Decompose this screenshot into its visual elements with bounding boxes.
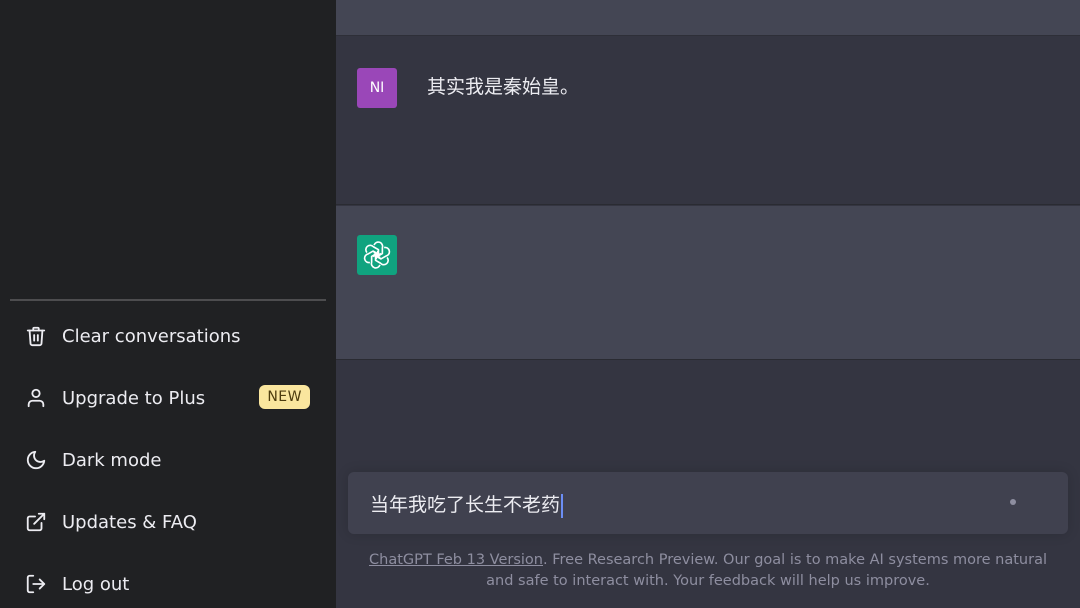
message-input-value: 当年我吃了长生不老药: [370, 494, 561, 516]
footer-disclaimer: ChatGPT Feb 13 Version. Free Research Pr…: [356, 550, 1060, 592]
sidebar-divider: [10, 299, 326, 301]
message-input[interactable]: 当年我吃了长生不老药: [348, 472, 1068, 534]
chat-main: NI 其实我是秦始皇。 当年我吃了长生不老药 ChatGPT Feb 13 Ve…: [336, 0, 1080, 608]
user-avatar: NI: [357, 68, 397, 108]
text-caret: [561, 493, 564, 518]
openai-logo-icon: [357, 235, 397, 275]
upgrade-to-plus-button[interactable]: Upgrade to Plus NEW: [10, 373, 326, 423]
user-message-row: NI 其实我是秦始皇。: [336, 37, 1080, 205]
trash-icon: [24, 324, 48, 348]
dark-mode-toggle[interactable]: Dark mode: [10, 435, 326, 485]
send-loading-icon[interactable]: [1010, 499, 1016, 505]
footer-text: . Free Research Preview. Our goal is to …: [486, 552, 1047, 589]
version-link[interactable]: ChatGPT Feb 13 Version: [369, 552, 543, 568]
menu-item-label: Dark mode: [62, 449, 162, 471]
sidebar: Clear conversations Upgrade to Plus NEW …: [0, 0, 336, 608]
clear-conversations-button[interactable]: Clear conversations: [10, 311, 326, 361]
assistant-message-row: [336, 206, 1080, 360]
menu-item-label: Clear conversations: [62, 325, 241, 347]
new-badge: NEW: [259, 385, 310, 409]
user-icon: [24, 386, 48, 410]
menu-item-label: Updates & FAQ: [62, 511, 197, 533]
external-link-icon: [24, 510, 48, 534]
previous-message-strip: [336, 0, 1080, 36]
menu-item-label: Upgrade to Plus: [62, 387, 206, 409]
updates-faq-link[interactable]: Updates & FAQ: [10, 497, 326, 547]
menu-item-label: Log out: [62, 573, 130, 595]
message-input-text[interactable]: 当年我吃了长生不老药: [370, 490, 564, 518]
moon-icon: [24, 448, 48, 472]
user-message-text: 其实我是秦始皇。: [427, 76, 580, 98]
log-out-button[interactable]: Log out: [10, 559, 326, 608]
logout-icon: [24, 572, 48, 596]
